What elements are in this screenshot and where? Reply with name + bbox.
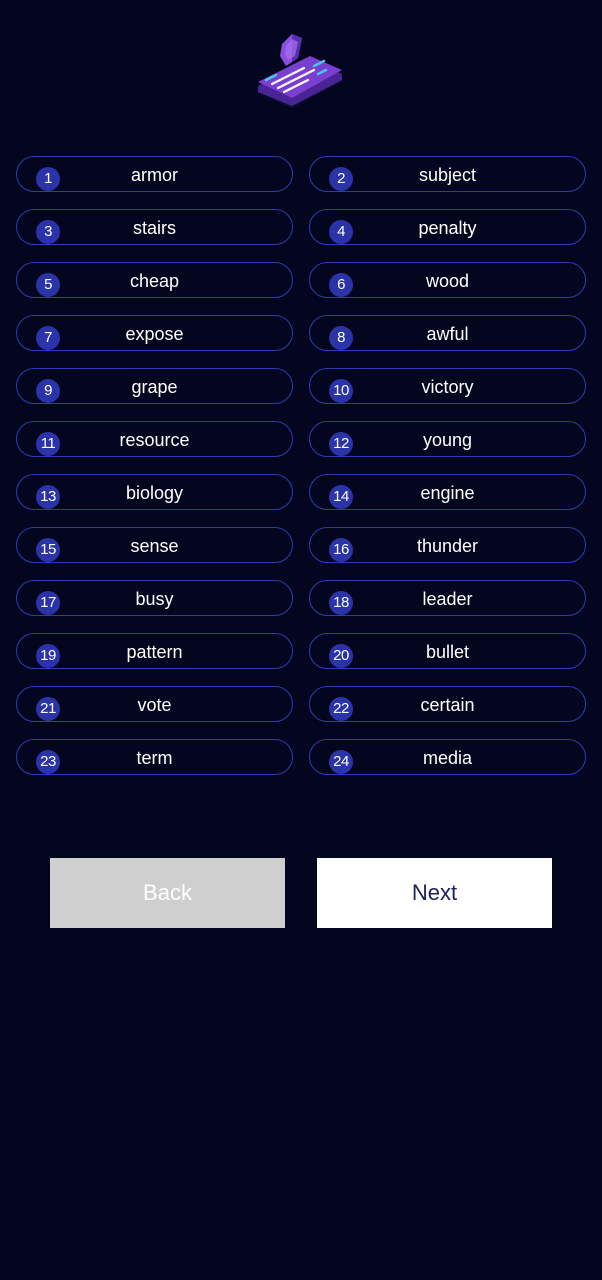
word-text: grape [131, 377, 178, 397]
word-pill: 15 sense [16, 527, 293, 563]
word-text: busy [135, 589, 174, 609]
word-pill: 9 grape [16, 368, 293, 404]
word-text: victory [421, 377, 474, 397]
word-pill: 21 vote [16, 686, 293, 722]
word-text: sense [130, 536, 179, 556]
word-text: armor [130, 165, 178, 185]
word-text: resource [119, 430, 190, 450]
word-text: vote [137, 695, 172, 715]
word-text: biology [125, 483, 184, 503]
word-pill: 10 victory [309, 368, 586, 404]
word-text: subject [418, 165, 477, 185]
word-pill: 14 engine [309, 474, 586, 510]
word-pill: 4 penalty [309, 209, 586, 245]
word-pill: 7 expose [16, 315, 293, 351]
word-text: bullet [425, 642, 470, 662]
word-text: thunder [416, 536, 479, 556]
word-pill: 24 media [309, 739, 586, 775]
word-pill: 17 busy [16, 580, 293, 616]
word-pill: 8 awful [309, 315, 586, 351]
word-pill: 1 armor [16, 156, 293, 192]
word-pill: 22 certain [309, 686, 586, 722]
word-pill: 16 thunder [309, 527, 586, 563]
next-button[interactable]: Next [317, 858, 552, 928]
word-text: leader [422, 589, 473, 609]
backup-phrase-screen: 1 armor 2 subject 3 stairs 4 penalty 5 cheap 6 wood… [0, 0, 602, 1280]
seed-phrase-grid: 1 armor 2 subject 3 stairs 4 penalty 5 cheap 6 wood… [16, 156, 586, 775]
word-text: wood [425, 271, 470, 291]
word-text: term [136, 748, 173, 768]
word-pill: 2 subject [309, 156, 586, 192]
word-pill: 13 biology [16, 474, 293, 510]
word-pill: 18 leader [309, 580, 586, 616]
word-pill: 5 cheap [16, 262, 293, 298]
word-text: awful [426, 324, 469, 344]
word-pill: 6 wood [309, 262, 586, 298]
word-pill: 3 stairs [16, 209, 293, 245]
shield-document-icon [256, 34, 344, 108]
word-pill: 23 term [16, 739, 293, 775]
back-button[interactable]: Back [50, 858, 285, 928]
word-text: media [422, 748, 473, 768]
word-pill: 11 resource [16, 421, 293, 457]
word-text: engine [420, 483, 475, 503]
word-text: young [422, 430, 473, 450]
word-pill: 19 pattern [16, 633, 293, 669]
word-text: stairs [132, 218, 176, 238]
word-pill: 12 young [309, 421, 586, 457]
word-text: certain [420, 695, 475, 715]
word-text: penalty [418, 218, 477, 238]
word-text: pattern [126, 642, 183, 662]
word-pill: 20 bullet [309, 633, 586, 669]
word-text: expose [125, 324, 184, 344]
word-text: cheap [129, 271, 180, 291]
